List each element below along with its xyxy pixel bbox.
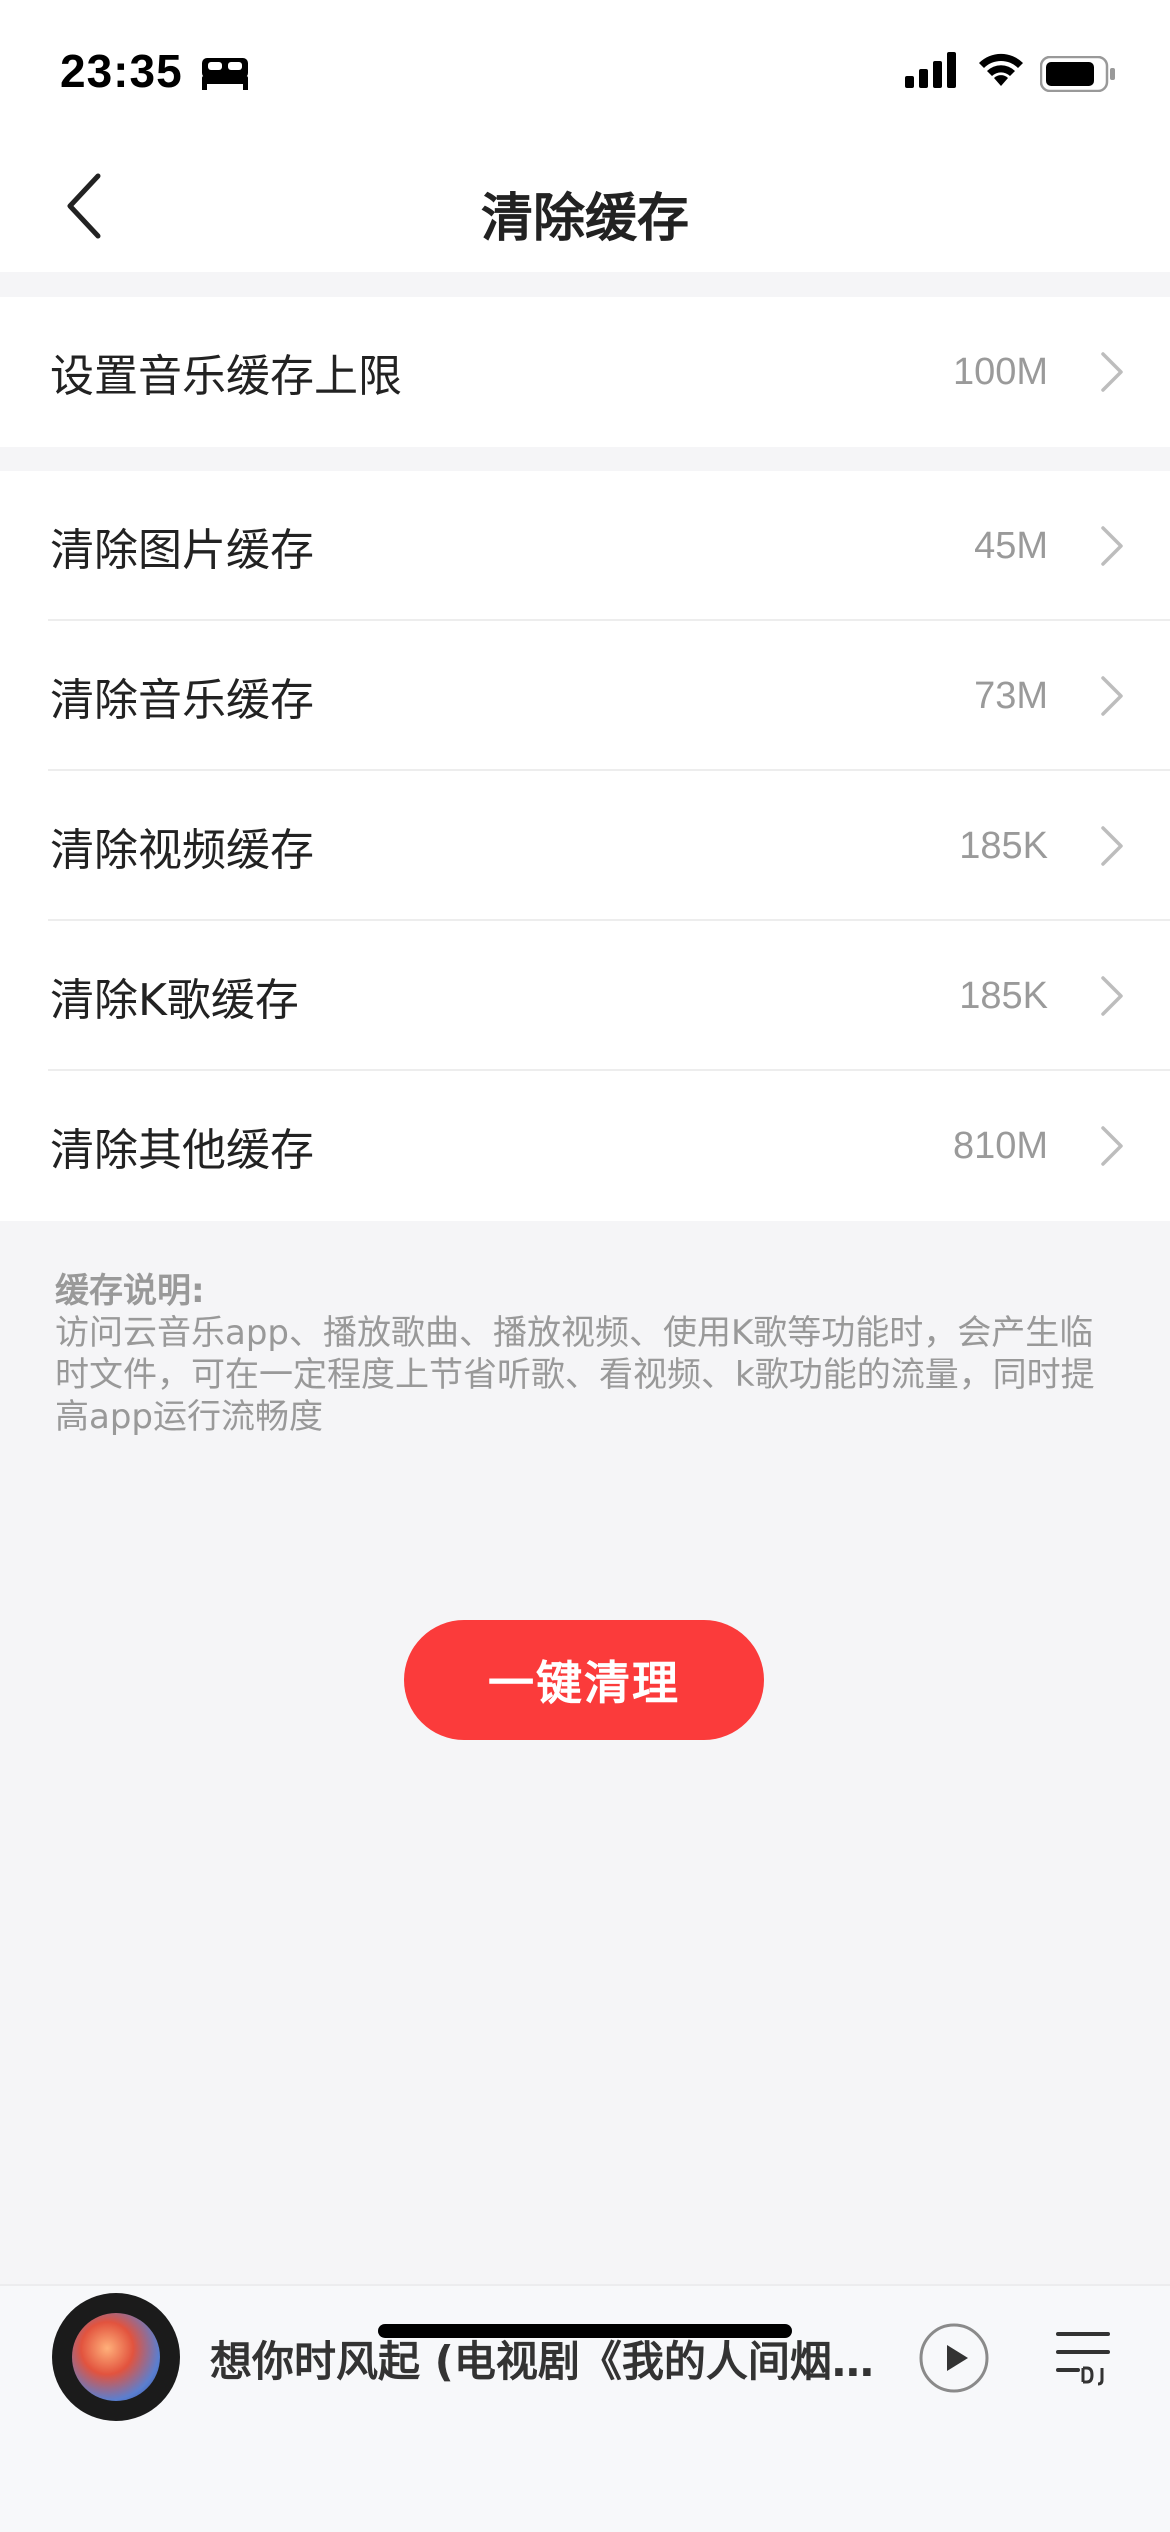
clear-karaoke-cache-label: 清除K歌缓存 [50,975,299,1026]
clear-cache-group: 清除图片缓存 45M 清除音乐缓存 73M 清除视频缓存 185K 清除K歌缓存… [0,471,1170,1221]
cache-description-body: 访问云音乐app、播放歌曲、播放视频、使用K歌等功能时，会产生临时文件，可在一定… [55,1313,1095,1437]
cache-limit-label: 设置音乐缓存上限 [50,351,402,402]
wifi-icon [979,53,1023,86]
chevron-right-icon [1101,526,1123,566]
home-indicator[interactable] [378,2324,792,2338]
cache-description-title: 缓存说明: [55,1271,205,1311]
nav-bar: 清除缓存 [0,140,1170,272]
status-bar: 23:35 [0,0,1170,140]
page-title: 清除缓存 [480,189,689,249]
chevron-right-icon [1101,976,1123,1016]
clear-video-cache-label: 清除视频缓存 [50,825,314,876]
clear-other-cache-value: 810M [952,1124,1048,1167]
clear-karaoke-cache-row[interactable]: 清除K歌缓存 185K [0,921,1170,1071]
status-time: 23:35 [60,45,183,97]
clear-video-cache-row[interactable]: 清除视频缓存 185K [0,771,1170,921]
signal-icon [905,52,956,88]
bed-icon [202,58,248,90]
one-click-clean-button[interactable]: 一键清理 [404,1620,764,1740]
chevron-right-icon [1101,352,1123,392]
album-art[interactable] [52,2293,180,2421]
chevron-right-icon [1101,1126,1123,1166]
battery-icon [1040,56,1115,92]
clear-music-cache-label: 清除音乐缓存 [50,675,314,726]
chevron-right-icon [1101,826,1123,866]
clear-music-cache-row[interactable]: 清除音乐缓存 73M [0,621,1170,771]
cache-limit-row[interactable]: 设置音乐缓存上限 100M [0,297,1170,447]
cache-description: 缓存说明: 访问云音乐app、播放歌曲、播放视频、使用K歌等功能时，会产生临时文… [55,1270,1125,1438]
cache-limit-value: 100M [952,350,1048,393]
playlist-icon[interactable] [1052,2328,1114,2388]
clear-video-cache-value: 185K [959,824,1048,867]
clear-karaoke-cache-value: 185K [959,974,1048,1017]
cache-limit-group: 设置音乐缓存上限 100M [0,297,1170,447]
clear-music-cache-value: 73M [974,674,1048,717]
clear-other-cache-row[interactable]: 清除其他缓存 810M [0,1071,1170,1221]
clear-image-cache-value: 45M [974,524,1048,567]
mini-player: 想你时风起 (电视剧《我的人间烟火》插曲) [0,2284,1170,2532]
album-cover-image [72,2313,160,2401]
clear-image-cache-label: 清除图片缓存 [50,525,314,576]
play-icon[interactable] [918,2322,990,2394]
chevron-right-icon [1101,676,1123,716]
clear-image-cache-row[interactable]: 清除图片缓存 45M [0,471,1170,621]
clear-other-cache-label: 清除其他缓存 [50,1125,314,1176]
